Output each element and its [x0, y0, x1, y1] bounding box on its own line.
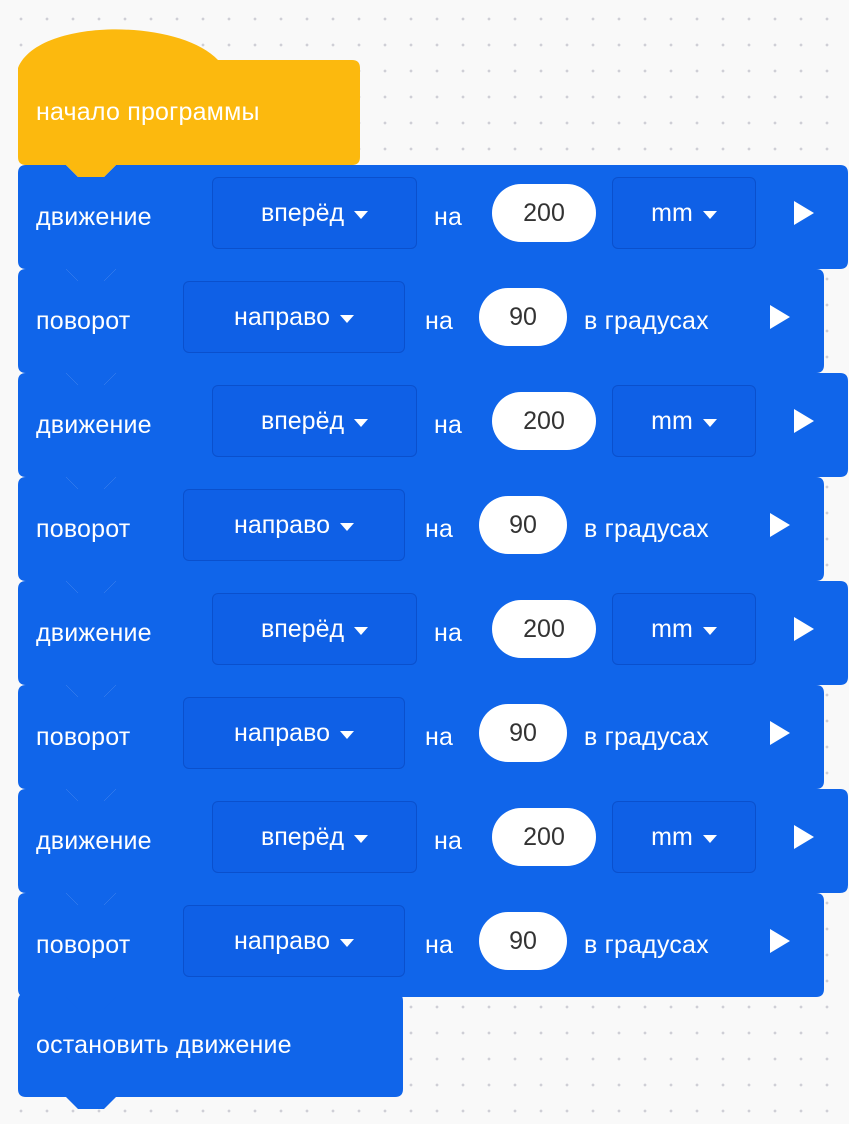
unit-dropdown[interactable]: mm — [612, 385, 756, 457]
run-block-icon[interactable] — [770, 513, 790, 537]
drive-block[interactable]: движение вперёд на 200 mm — [18, 373, 848, 477]
unit-label: в градусах — [584, 306, 709, 335]
turn-block[interactable]: поворот направо на 90 в градусах — [18, 477, 824, 581]
angle-input[interactable]: 90 — [479, 288, 567, 346]
direction-value: вперёд — [260, 406, 345, 435]
dropdown-arrow-icon — [702, 210, 717, 219]
run-block-icon[interactable] — [794, 617, 814, 641]
stop-motion-label: остановить движение — [36, 1030, 292, 1059]
unit-label: в градусах — [584, 514, 709, 543]
turn-label: поворот — [36, 930, 131, 959]
on-label: на — [425, 306, 454, 335]
direction-dropdown[interactable]: вперёд — [212, 385, 417, 457]
unit-label: в градусах — [584, 930, 709, 959]
run-block-icon[interactable] — [794, 825, 814, 849]
unit-value: mm — [651, 406, 693, 435]
dropdown-arrow-icon — [339, 730, 354, 739]
unit-label: в градусах — [584, 722, 709, 751]
angle-input[interactable]: 90 — [479, 496, 567, 554]
unit-value: mm — [651, 822, 693, 851]
on-label: на — [434, 826, 463, 855]
unit-value: mm — [651, 198, 693, 227]
direction-dropdown[interactable]: направо — [183, 905, 405, 977]
run-block-icon[interactable] — [770, 721, 790, 745]
on-label: на — [425, 722, 454, 751]
dropdown-arrow-icon — [354, 418, 369, 427]
turn-block[interactable]: поворот направо на 90 в градусах — [18, 893, 824, 997]
drive-block[interactable]: движение вперёд на 200 mm — [18, 165, 848, 269]
run-block-icon[interactable] — [770, 305, 790, 329]
turn-label: поворот — [36, 514, 131, 543]
on-label: на — [434, 618, 463, 647]
direction-dropdown[interactable]: направо — [183, 489, 405, 561]
dropdown-arrow-icon — [339, 522, 354, 531]
direction-dropdown[interactable]: вперёд — [212, 593, 417, 665]
run-block-icon[interactable] — [794, 409, 814, 433]
on-label: на — [425, 930, 454, 959]
run-block-icon[interactable] — [770, 929, 790, 953]
direction-value: вперёд — [260, 614, 345, 643]
direction-value: вперёд — [260, 198, 345, 227]
distance-input[interactable]: 200 — [492, 184, 596, 242]
direction-value: направо — [234, 510, 330, 539]
direction-dropdown[interactable]: вперёд — [212, 801, 417, 873]
drive-label: движение — [36, 202, 152, 231]
distance-input[interactable]: 200 — [492, 600, 596, 658]
distance-input[interactable]: 200 — [492, 808, 596, 866]
turn-block[interactable]: поворот направо на 90 в градусах — [18, 685, 824, 789]
dropdown-arrow-icon — [339, 314, 354, 323]
drive-label: движение — [36, 826, 152, 855]
unit-value: mm — [651, 614, 693, 643]
drive-label: движение — [36, 410, 152, 439]
dropdown-arrow-icon — [339, 938, 354, 947]
direction-dropdown[interactable]: направо — [183, 697, 405, 769]
turn-label: поворот — [36, 722, 131, 751]
direction-value: направо — [234, 926, 330, 955]
dropdown-arrow-icon — [354, 834, 369, 843]
unit-dropdown[interactable]: mm — [612, 801, 756, 873]
drive-label: движение — [36, 618, 152, 647]
code-workspace[interactable]: начало программы движение вперёд на 200 mm по… — [0, 0, 849, 1124]
dropdown-arrow-icon — [702, 626, 717, 635]
unit-dropdown[interactable]: mm — [612, 177, 756, 249]
direction-value: направо — [234, 718, 330, 747]
direction-value: вперёд — [260, 822, 345, 851]
direction-dropdown[interactable]: направо — [183, 281, 405, 353]
angle-input[interactable]: 90 — [479, 912, 567, 970]
dropdown-arrow-icon — [354, 626, 369, 635]
dropdown-arrow-icon — [702, 834, 717, 843]
distance-input[interactable]: 200 — [492, 392, 596, 450]
drive-block[interactable]: движение вперёд на 200 mm — [18, 789, 848, 893]
on-label: на — [434, 202, 463, 231]
turn-label: поворот — [36, 306, 131, 335]
angle-input[interactable]: 90 — [479, 704, 567, 762]
direction-value: направо — [234, 302, 330, 331]
direction-dropdown[interactable]: вперёд — [212, 177, 417, 249]
run-block-icon[interactable] — [794, 201, 814, 225]
unit-dropdown[interactable]: mm — [612, 593, 756, 665]
on-label: на — [434, 410, 463, 439]
on-label: на — [425, 514, 454, 543]
drive-block[interactable]: движение вперёд на 200 mm — [18, 581, 848, 685]
dropdown-arrow-icon — [354, 210, 369, 219]
start-program-block[interactable]: начало программы — [18, 60, 360, 164]
dropdown-arrow-icon — [702, 418, 717, 427]
turn-block[interactable]: поворот направо на 90 в градусах — [18, 269, 824, 373]
stop-motion-block[interactable]: остановить движение — [18, 993, 403, 1097]
start-program-label: начало программы — [36, 97, 260, 126]
